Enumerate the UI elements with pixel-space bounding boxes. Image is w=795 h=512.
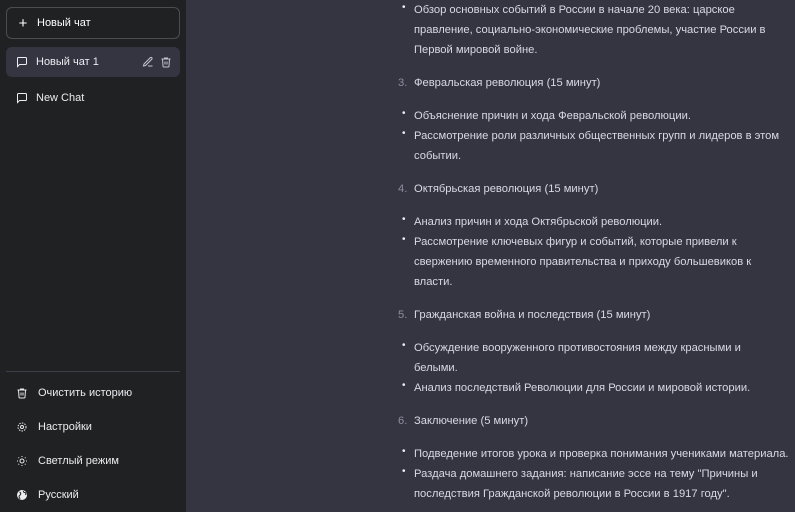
list-item: Рассмотрение ключевых фигур и событий, к… [398,230,793,292]
section-title: Февральская революция (15 минут) [414,77,601,89]
sidebar: + Новый чат Новый чат 1 New Chat Очистит… [0,0,186,512]
section-title: Октябрьская революция (15 минут) [414,183,599,195]
gear-icon [16,421,28,433]
list-item: Анализ последствий Революции для России … [398,376,793,398]
text-line: свержению временного правительства и при… [414,256,752,268]
settings-label: Настройки [38,421,92,433]
chat-item-actions [142,56,172,68]
text-line: Первой мировой войне. [414,44,538,56]
list-item: Обзор основных событий в России в начале… [398,0,793,60]
section-number: 5. [398,309,408,321]
chat-main: Обзор основных событий в России в начале… [186,0,795,512]
section-title: Заключение (5 минут) [414,415,529,427]
list-item: Раздача домашнего задания: написание эсс… [398,462,793,504]
text-line: Рассмотрение роли различных общественных… [414,130,780,142]
list-item: Обсуждение вооруженного противостояния м… [398,336,793,378]
language-label: Русский [38,489,79,501]
trash-icon[interactable] [160,56,172,68]
trash-icon [16,387,28,399]
message-square-icon [16,56,28,68]
section-title: Гражданская война и последствия (15 мину… [414,309,651,321]
sidebar-bottom-menu: Очистить историю Настройки Светлый режим… [6,371,180,512]
message-square-icon [16,92,28,104]
text-line: белыми. [414,362,458,374]
text-line: Обзор основных событий в России в начале… [414,4,735,16]
globe-icon [16,489,28,501]
text-line: Анализ последствий Революции для России … [414,382,751,394]
text-line: Объяснение причин и хода Февральской рев… [414,110,691,122]
list-item: Анализ причин и хода Октябрьской революц… [398,210,793,232]
settings-button[interactable]: Настройки [6,410,180,444]
clear-history-label: Очистить историю [38,387,133,399]
chat-item-label: Новый чат 1 [36,56,99,68]
sun-icon [16,455,28,467]
section-number: 4. [398,183,408,195]
list-item: Объяснение причин и хода Февральской рев… [398,104,793,126]
new-chat-button[interactable]: + Новый чат [6,7,180,39]
text-line: власти. [414,276,453,288]
new-chat-label: Новый чат [37,17,91,29]
chat-list: Новый чат 1 New Chat [6,47,180,113]
light-mode-toggle[interactable]: Светлый режим [6,444,180,478]
text-line: правление, социально-экономические пробл… [414,24,766,36]
language-selector[interactable]: Русский [6,478,180,512]
light-mode-label: Светлый режим [38,455,119,467]
text-line: последствия Гражданской революции в Росс… [414,488,730,500]
section-heading: 6. Заключение (5 минут) [398,411,793,431]
list-item: Рассмотрение роли различных общественных… [398,124,793,166]
text-line: Рассмотрение ключевых фигур и событий, к… [414,236,737,248]
list-item: Подведение итогов урока и проверка поним… [398,442,793,464]
section-number: 3. [398,77,408,89]
assistant-message: Обзор основных событий в России в начале… [398,0,793,504]
text-line: Подведение итогов урока и проверка поним… [414,448,789,460]
chat-item-label: New Chat [36,92,85,104]
plus-icon: + [18,14,28,32]
text-line: Анализ причин и хода Октябрьской революц… [414,216,663,228]
text-line: Обсуждение вооруженного противостояния м… [414,342,741,354]
section-heading: 4. Октябрьская революция (15 минут) [398,179,793,199]
section-number: 6. [398,415,408,427]
pencil-icon[interactable] [142,56,154,68]
text-line: событии. [414,150,462,162]
clear-history-button[interactable]: Очистить историю [6,376,180,410]
section-heading: 3. Февральская революция (15 минут) [398,73,793,93]
chat-item-novyi-chat-1[interactable]: Новый чат 1 [6,47,180,77]
text-line: Раздача домашнего задания: написание эсс… [414,468,758,480]
section-heading: 5. Гражданская война и последствия (15 м… [398,305,793,325]
chat-item-new-chat[interactable]: New Chat [6,83,180,113]
